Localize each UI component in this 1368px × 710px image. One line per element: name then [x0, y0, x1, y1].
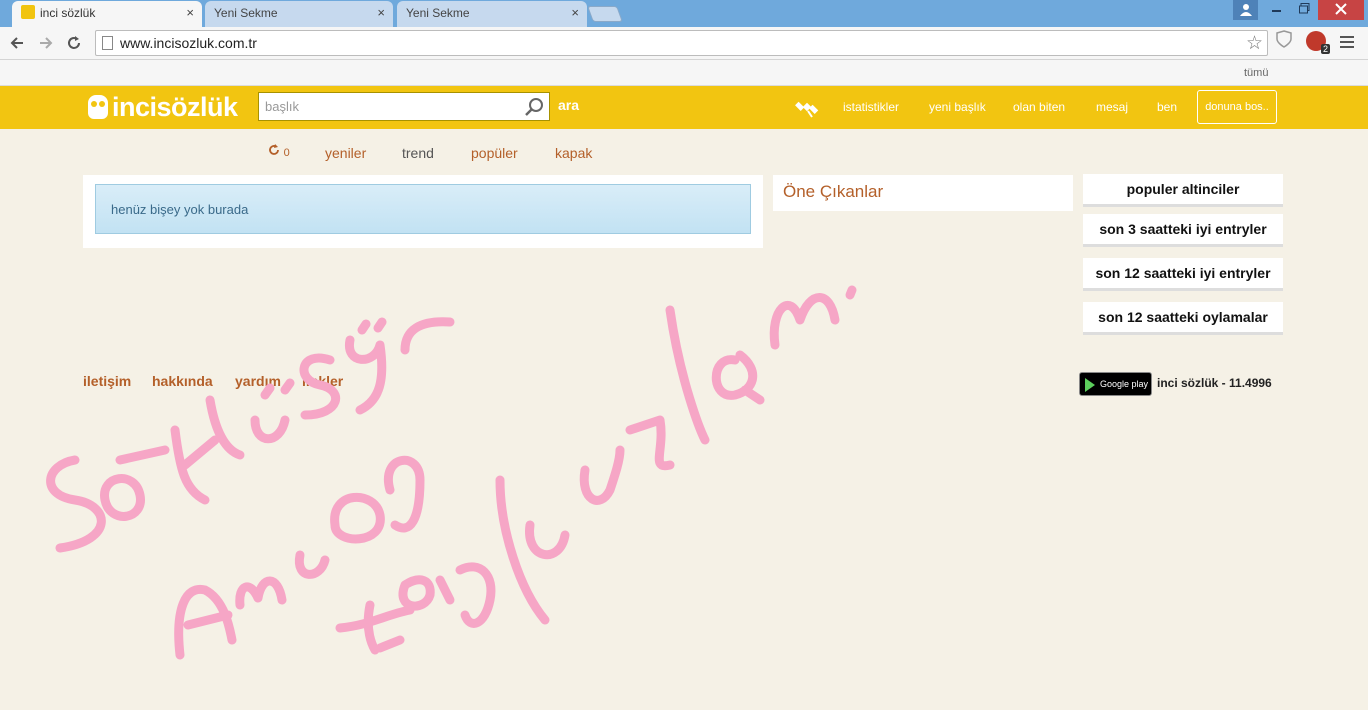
tab-yeni-sekme-2[interactable]: Yeni Sekme × — [397, 1, 587, 27]
search-box — [258, 92, 550, 121]
owl-logo-icon — [88, 95, 108, 119]
user-profile-icon[interactable] — [1233, 0, 1258, 20]
address-bar[interactable]: www.incisozluk.com.tr ☆ — [95, 30, 1268, 56]
browser-menu-icon[interactable] — [1340, 31, 1354, 54]
footer-hakkinda[interactable]: hakkında — [152, 373, 213, 389]
refresh-count: 0 — [283, 147, 290, 159]
user-menu-button[interactable]: donuna bos.. — [1197, 90, 1277, 124]
subnav-populer[interactable]: popüler — [471, 145, 518, 161]
bookmark-bar: tümü — [0, 60, 1368, 86]
satellite-icon[interactable] — [794, 95, 820, 121]
sidebar-son-3-saat[interactable]: son 3 saatteki iyi entryler — [1083, 214, 1283, 247]
footer-linkler[interactable]: linkler — [302, 373, 343, 389]
window-close-icon[interactable] — [1318, 0, 1364, 20]
tab-close-icon[interactable]: × — [186, 1, 194, 25]
minimize-icon[interactable] — [1264, 0, 1290, 20]
sidebar-son-12-saat-entry[interactable]: son 12 saatteki iyi entryler — [1083, 258, 1283, 291]
owl-favicon-icon — [21, 5, 35, 19]
footer-iletisim[interactable]: iletişim — [83, 373, 131, 389]
site-header: incisözlük ara istatistikler yeni başlık… — [0, 86, 1368, 129]
browser-toolbar: www.incisozluk.com.tr ☆ — [0, 27, 1368, 60]
magnifier-icon[interactable] — [523, 96, 545, 118]
entries-panel: henüz bişey yok burada — [83, 175, 763, 248]
search-button[interactable]: ara — [558, 97, 579, 113]
tab-yeni-sekme-1[interactable]: Yeni Sekme × — [205, 1, 393, 27]
extension-badge: 2 — [1320, 44, 1330, 54]
empty-notice: henüz bişey yok burada — [95, 184, 751, 234]
subnav-trend[interactable]: trend — [402, 145, 434, 161]
footer-yardim[interactable]: yardım — [235, 373, 281, 389]
tab-close-icon[interactable]: × — [571, 1, 579, 25]
nav-olan-biten[interactable]: olan biten — [1013, 100, 1065, 114]
sidebar-son-12-saat-oylama[interactable]: son 12 saatteki oylamalar — [1083, 302, 1283, 335]
tab-close-icon[interactable]: × — [377, 1, 385, 25]
tab-title: Yeni Sekme — [406, 6, 470, 20]
nav-yeni-baslik[interactable]: yeni başlık — [929, 100, 986, 114]
refresh-button[interactable]: 0 — [268, 144, 290, 159]
subnav-yeniler[interactable]: yeniler — [325, 145, 366, 161]
search-input[interactable] — [259, 93, 519, 120]
reload-icon[interactable] — [62, 31, 86, 55]
bookmarks-all-link[interactable]: tümü — [1244, 67, 1268, 79]
tab-title: Yeni Sekme — [214, 6, 278, 20]
sidebar-populer-altinciler[interactable]: populer altinciler — [1083, 174, 1283, 207]
restore-icon[interactable] — [1291, 0, 1317, 20]
back-arrow-icon[interactable] — [5, 31, 29, 55]
subnav-kapak[interactable]: kapak — [555, 145, 592, 161]
new-tab-button[interactable] — [587, 6, 623, 22]
page-icon — [102, 36, 113, 50]
featured-title[interactable]: Öne Çıkanlar — [773, 175, 1073, 211]
refresh-icon — [269, 144, 279, 155]
tab-inci-sozluk[interactable]: inci sözlük × — [12, 1, 202, 27]
url-text: www.incisozluk.com.tr — [120, 35, 257, 51]
play-store-icon — [1085, 378, 1095, 392]
forward-arrow-icon[interactable] — [34, 31, 58, 55]
tab-title: inci sözlük — [40, 6, 96, 20]
nav-mesaj[interactable]: mesaj — [1096, 100, 1128, 114]
shield-extension-icon[interactable] — [1276, 30, 1292, 53]
logo-text: incisözlük — [112, 91, 238, 122]
bookmark-star-icon[interactable]: ☆ — [1246, 32, 1263, 55]
browser-titlebar: inci sözlük × Yeni Sekme × Yeni Sekme × — [0, 0, 1368, 27]
app-version: inci sözlük - 11.4996 — [1157, 376, 1272, 390]
google-play-badge[interactable]: Google play — [1079, 372, 1152, 396]
nav-istatistikler[interactable]: istatistikler — [843, 100, 899, 114]
google-play-label: Google play — [1100, 379, 1149, 389]
site-logo[interactable]: incisözlük — [88, 90, 238, 124]
nav-ben[interactable]: ben — [1157, 100, 1177, 114]
adblock-extension-icon[interactable]: 2 — [1306, 31, 1330, 54]
